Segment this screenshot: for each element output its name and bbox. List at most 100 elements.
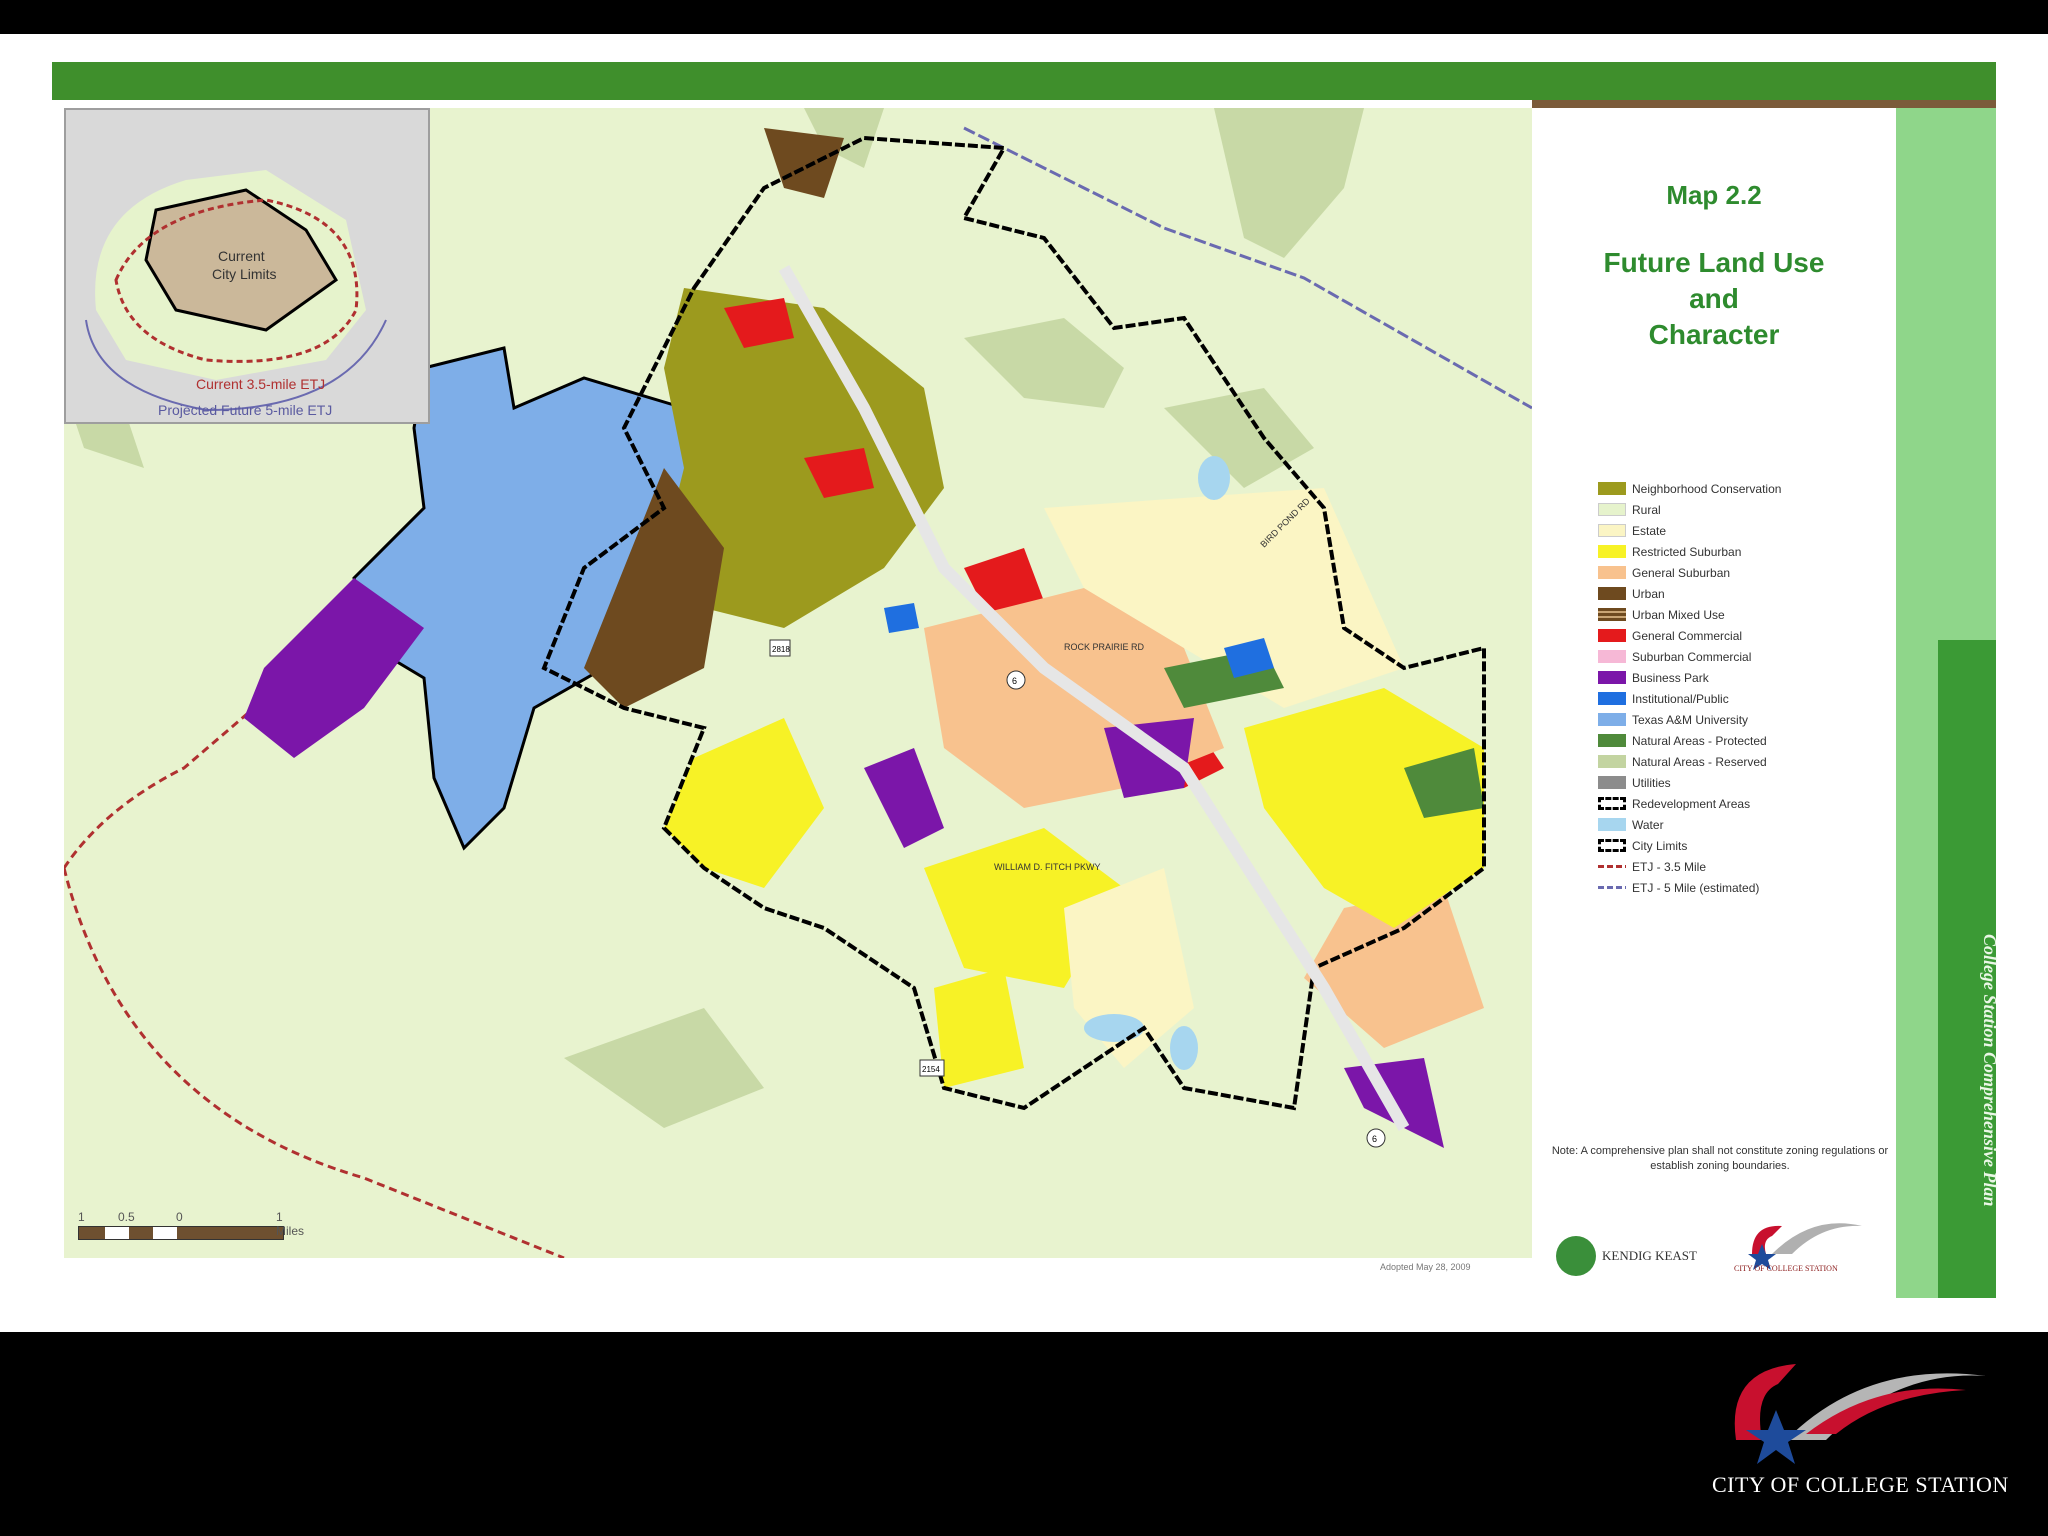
scale-label-0: 0 <box>176 1210 183 1224</box>
legend-label: Neighborhood Conservation <box>1632 481 1782 496</box>
water-1 <box>1084 1014 1144 1042</box>
legend-item: Texas A&M University <box>1598 709 1898 730</box>
restricted-suburban-sw <box>664 718 824 888</box>
shield-6-label: 6 <box>1012 676 1017 686</box>
scale-bar: 1 0.5 0 1 Miles <box>78 1210 304 1240</box>
legend-item: Restricted Suburban <box>1598 541 1898 562</box>
legend-swatch <box>1598 629 1626 642</box>
legend-item: Rural <box>1598 499 1898 520</box>
legend-item: General Suburban <box>1598 562 1898 583</box>
legend-item: Urban Mixed Use <box>1598 604 1898 625</box>
adopted-date: Adopted May 28, 2009 <box>1380 1262 1471 1272</box>
legend-item: ETJ - 5 Mile (estimated) <box>1598 877 1898 898</box>
legend-label: General Commercial <box>1632 628 1743 643</box>
legend-label: Suburban Commercial <box>1632 649 1752 664</box>
legend-swatch <box>1598 587 1626 600</box>
legend-label: Restricted Suburban <box>1632 544 1742 559</box>
legend-swatch <box>1598 503 1626 516</box>
map-title: Future Land Use and Character <box>1532 245 1896 353</box>
legend-label: Business Park <box>1632 670 1709 685</box>
institutional-2 <box>884 603 919 633</box>
legend-item: Natural Areas - Reserved <box>1598 751 1898 772</box>
restricted-suburban-far-south <box>934 968 1024 1088</box>
legend-label: Natural Areas - Protected <box>1632 733 1767 748</box>
legend-swatch <box>1598 818 1626 831</box>
scale-label-miles: 1 Miles <box>276 1210 305 1238</box>
header-green-bar <box>52 62 1996 100</box>
legend-label: Institutional/Public <box>1632 691 1729 706</box>
legend-swatch <box>1598 608 1626 621</box>
legend-item: City Limits <box>1598 835 1898 856</box>
legend-label: General Suburban <box>1632 565 1731 580</box>
inset-label-etj-5: Projected Future 5-mile ETJ <box>158 402 333 418</box>
map-title-line-1: Future Land Use <box>1603 247 1825 278</box>
legend-swatch <box>1598 545 1626 558</box>
map-title-line-2: and <box>1689 283 1739 314</box>
city-of-college-station-logo <box>1734 1364 1986 1464</box>
legend-label: Rural <box>1632 502 1661 517</box>
legend-swatch <box>1598 650 1626 663</box>
kendig-keast-emblem <box>1556 1236 1596 1276</box>
shield-2818-label: 2818 <box>772 645 790 654</box>
legend-label: ETJ - 3.5 Mile <box>1632 859 1707 874</box>
legend-item: Neighborhood Conservation <box>1598 478 1898 499</box>
legend-swatch <box>1598 482 1626 495</box>
shield-2154-label: 2154 <box>922 1065 940 1074</box>
legend-label: Estate <box>1632 523 1667 538</box>
legend-swatch <box>1598 797 1626 810</box>
legend-swatch <box>1598 524 1626 537</box>
legend-swatch <box>1598 886 1626 889</box>
legend-swatch <box>1598 671 1626 684</box>
legend-swatch <box>1598 755 1626 768</box>
legend-label: Urban <box>1632 586 1665 601</box>
footer-city-name: CITY OF COLLEGE STATION <box>1712 1472 2009 1497</box>
map-number: Map 2.2 <box>1666 180 1762 210</box>
legend-swatch <box>1598 692 1626 705</box>
legend: Neighborhood Conservation Rural Estate Rest… <box>1598 478 1898 898</box>
legend-swatch <box>1598 734 1626 747</box>
map-title-line-3: Character <box>1648 319 1780 350</box>
legend-label: Redevelopment Areas <box>1632 796 1751 811</box>
legend-item: Institutional/Public <box>1598 688 1898 709</box>
legend-item: Suburban Commercial <box>1598 646 1898 667</box>
legend-swatch <box>1598 713 1626 726</box>
inset-label-current: Current <box>218 248 265 264</box>
kendig-keast-logo: KENDIG KEAST <box>1556 1236 1697 1276</box>
business-park-south <box>864 748 944 848</box>
legend-item: Redevelopment Areas <box>1598 793 1898 814</box>
scale-label-1: 1 <box>78 1210 85 1224</box>
legend-swatch <box>1598 839 1626 852</box>
road-label-rock-prairie: ROCK PRAIRIE RD <box>1064 642 1145 652</box>
disclaimer-note: Note: A comprehensive plan shall not con… <box>1551 1145 1889 1172</box>
side-title: College Station Comprehensive Plan <box>1980 933 2000 1207</box>
legend-item: Utilities <box>1598 772 1898 793</box>
legend-label: Water <box>1632 817 1664 832</box>
legend-label: ETJ - 5 Mile (estimated) <box>1632 880 1760 895</box>
urban-north <box>764 128 844 198</box>
city-logo-small-text: CITY OF COLLEGE STATION <box>1734 1264 1838 1273</box>
kendig-keast-text: KENDIG KEAST <box>1602 1248 1697 1263</box>
road-label-fitch: WILLIAM D. FITCH PKWY <box>994 862 1101 872</box>
legend-label: Utilities <box>1632 775 1671 790</box>
water-2 <box>1170 1026 1198 1070</box>
legend-label: Texas A&M University <box>1632 712 1749 727</box>
inset-locator-map: Current City Limits Current 3.5-mile ETJ… <box>64 108 430 424</box>
scale-label-0-5: 0.5 <box>118 1210 135 1224</box>
legend-item: Estate <box>1598 520 1898 541</box>
legend-item: Water <box>1598 814 1898 835</box>
shield-6-south-label: 6 <box>1372 1134 1377 1144</box>
legend-item: Urban <box>1598 583 1898 604</box>
legend-item: Business Park <box>1598 667 1898 688</box>
legend-item: Natural Areas - Protected <box>1598 730 1898 751</box>
legend-swatch <box>1598 776 1626 789</box>
legend-item: ETJ - 3.5 Mile <box>1598 856 1898 877</box>
inset-label-etj-3-5: Current 3.5-mile ETJ <box>196 376 326 392</box>
city-logo-small <box>1748 1223 1862 1270</box>
inset-label-city-limits: City Limits <box>212 266 277 282</box>
legend-item: General Commercial <box>1598 625 1898 646</box>
water-3 <box>1198 456 1230 500</box>
legend-swatch <box>1598 865 1626 868</box>
legend-swatch <box>1598 566 1626 579</box>
legend-label: Urban Mixed Use <box>1632 607 1725 622</box>
legend-label: Natural Areas - Reserved <box>1632 754 1767 769</box>
